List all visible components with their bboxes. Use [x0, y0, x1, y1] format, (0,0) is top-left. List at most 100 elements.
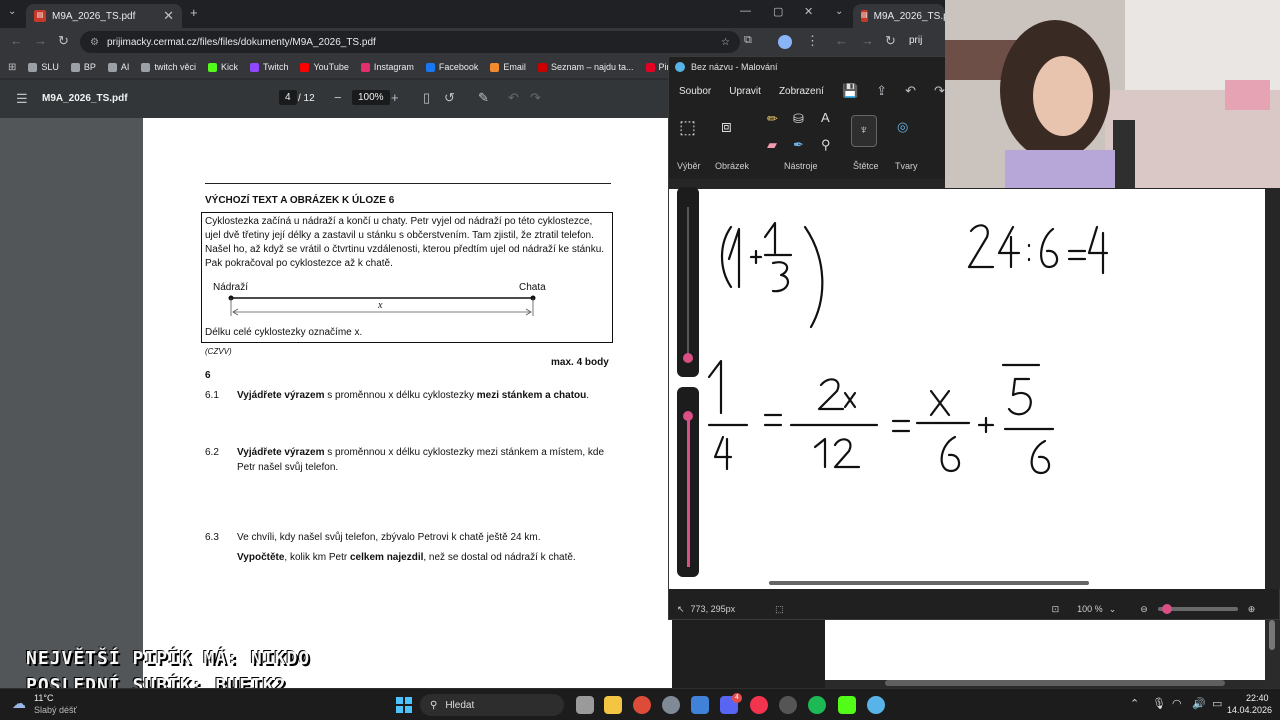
- zoom-out-icon[interactable]: ⊖: [1140, 604, 1148, 615]
- tray-chevron-icon[interactable]: ⌃: [1130, 697, 1139, 710]
- maximize-icon[interactable]: ▢: [773, 5, 783, 18]
- save-icon[interactable]: 💾: [842, 83, 858, 99]
- color-picker-icon[interactable]: ✒: [793, 137, 804, 153]
- bookmark-item[interactable]: AI: [107, 62, 129, 72]
- zoom-in-icon[interactable]: ⊕: [1248, 604, 1256, 615]
- fit-page-icon[interactable]: ▯: [423, 90, 430, 106]
- magnifier-icon[interactable]: ⚲: [821, 137, 831, 153]
- bookmark-item[interactable]: BP: [70, 62, 96, 72]
- clock-time[interactable]: 22:40: [1246, 693, 1269, 703]
- redo-icon[interactable]: ↷: [934, 83, 945, 99]
- v-scroll-thumb[interactable]: [1269, 620, 1275, 650]
- bookmark-item[interactable]: Instagram: [360, 62, 414, 72]
- rotate-icon[interactable]: ↺: [444, 90, 455, 106]
- sidebar-menu-icon[interactable]: ☰: [16, 91, 28, 107]
- bookmark-label: Facebook: [438, 62, 479, 72]
- zoom-input[interactable]: 100%: [352, 90, 390, 105]
- bookmark-item[interactable]: Twitch: [249, 62, 288, 72]
- menu-view[interactable]: Zobrazení: [779, 86, 824, 97]
- annotate-icon[interactable]: ✎: [478, 90, 489, 106]
- h-scrollbar[interactable]: [885, 680, 1225, 686]
- tab-list-icon[interactable]: ⌄: [8, 6, 16, 17]
- page-number-input[interactable]: 4: [279, 90, 297, 105]
- photos-icon[interactable]: [691, 696, 709, 714]
- undo-icon[interactable]: ↶: [905, 83, 916, 99]
- tab-pdf[interactable]: ▤ M9A_2026_TS.pdf ✕: [26, 4, 182, 28]
- zoom-slider[interactable]: [1157, 604, 1238, 614]
- battery-icon[interactable]: ▭: [1212, 697, 1222, 710]
- slider-thumb[interactable]: [683, 411, 693, 421]
- bookmark-item[interactable]: Email: [490, 62, 526, 72]
- kick-icon[interactable]: [838, 696, 856, 714]
- tab-list-icon[interactable]: ⌄: [835, 6, 843, 17]
- wifi-icon[interactable]: ◠: [1172, 697, 1182, 710]
- slider-thumb[interactable]: [683, 353, 693, 363]
- text-icon[interactable]: A: [821, 110, 830, 125]
- chrome-icon[interactable]: [633, 696, 651, 714]
- drawing-canvas[interactable]: [669, 189, 1265, 589]
- minimize-icon[interactable]: —: [740, 5, 751, 17]
- taskbar-search[interactable]: ⚲ Hledat: [420, 694, 564, 716]
- menu-edit[interactable]: Upravit: [729, 86, 761, 97]
- bookmark-item[interactable]: twitch věci: [141, 62, 196, 72]
- back-icon[interactable]: ←: [10, 33, 23, 48]
- spotify-icon[interactable]: [808, 696, 826, 714]
- tab2-pdf[interactable]: ▤ M9A_2026_TS.pdf: [853, 4, 957, 28]
- extensions-icon[interactable]: ⧉: [744, 34, 752, 47]
- reload-icon[interactable]: ↻: [885, 33, 896, 49]
- pdf-viewer[interactable]: VÝCHOZÍ TEXT A OBRÁZEK K ÚLOZE 6 Cyklost…: [0, 118, 672, 688]
- redo-icon[interactable]: ↷: [530, 90, 541, 106]
- zoom-out-icon[interactable]: −: [334, 90, 342, 105]
- share-icon[interactable]: ⇪: [876, 83, 887, 99]
- clock-date[interactable]: 14.04.2026: [1227, 705, 1272, 715]
- selection-size-icon: ⬚: [775, 603, 784, 614]
- file-explorer-icon[interactable]: [604, 696, 622, 714]
- fill-icon[interactable]: ⛁: [793, 111, 804, 127]
- pencil-icon[interactable]: ✏: [767, 111, 778, 127]
- bookmark-item[interactable]: Kick: [207, 62, 238, 72]
- music-icon[interactable]: [750, 696, 768, 714]
- bookmark-star-icon[interactable]: ☆: [721, 37, 730, 48]
- bookmark-item[interactable]: YouTube: [300, 62, 349, 72]
- brush-size-slider[interactable]: [677, 187, 699, 377]
- menu-icon[interactable]: ⋮: [806, 33, 819, 49]
- profile-avatar[interactable]: [778, 35, 792, 49]
- bookmark-item[interactable]: SLU: [28, 62, 59, 72]
- weather-icon[interactable]: ☁: [12, 695, 26, 712]
- settings-icon[interactable]: [662, 696, 680, 714]
- apps-grid-icon[interactable]: ⊞: [8, 62, 16, 73]
- zoom-in-icon[interactable]: +: [391, 90, 399, 105]
- brushes-button[interactable]: ♆: [851, 115, 877, 147]
- new-tab-icon[interactable]: +: [190, 5, 198, 20]
- zoom-dropdown-icon[interactable]: ⌄: [1109, 604, 1117, 615]
- site-info-icon[interactable]: ⚙: [90, 37, 99, 48]
- bookmark-item[interactable]: Facebook: [425, 62, 479, 72]
- windows-start-icon[interactable]: [396, 697, 412, 713]
- undo-icon[interactable]: ↶: [508, 90, 519, 106]
- paint-taskbar-icon[interactable]: [867, 696, 885, 714]
- q1-bold: Vyjádřete výrazem: [237, 390, 325, 401]
- close-tab-icon[interactable]: ✕: [163, 8, 174, 24]
- microphone-icon[interactable]: 🎙: [1152, 697, 1166, 710]
- group-shapes-label: Tvary: [895, 161, 918, 171]
- url-bar[interactable]: ⚙ prijimacky.cermat.cz/files/files/dokum…: [80, 31, 740, 53]
- eraser-icon[interactable]: ▰: [767, 137, 777, 153]
- close-window-icon[interactable]: ✕: [804, 5, 813, 18]
- opacity-slider[interactable]: [677, 387, 699, 577]
- reload-icon[interactable]: ↻: [58, 33, 69, 49]
- task-view-icon[interactable]: [576, 696, 594, 714]
- back-icon[interactable]: ←: [835, 33, 848, 48]
- fit-icon[interactable]: ⊡: [1052, 604, 1060, 615]
- canvas-h-scrollbar[interactable]: [769, 581, 1089, 585]
- zoom-level[interactable]: 100 %: [1077, 604, 1103, 614]
- image-icon[interactable]: ⧈: [721, 117, 732, 137]
- menu-file[interactable]: Soubor: [679, 86, 711, 97]
- obs-icon[interactable]: [779, 696, 797, 714]
- zoom-slider-thumb[interactable]: [1161, 604, 1172, 614]
- selection-icon[interactable]: ⬚: [679, 117, 696, 138]
- forward-icon[interactable]: →: [861, 33, 874, 48]
- volume-icon[interactable]: 🔊: [1192, 697, 1206, 710]
- shapes-icon[interactable]: ◎: [897, 119, 908, 135]
- bookmark-item[interactable]: Seznam – najdu ta...: [537, 62, 634, 72]
- forward-icon[interactable]: →: [34, 33, 47, 48]
